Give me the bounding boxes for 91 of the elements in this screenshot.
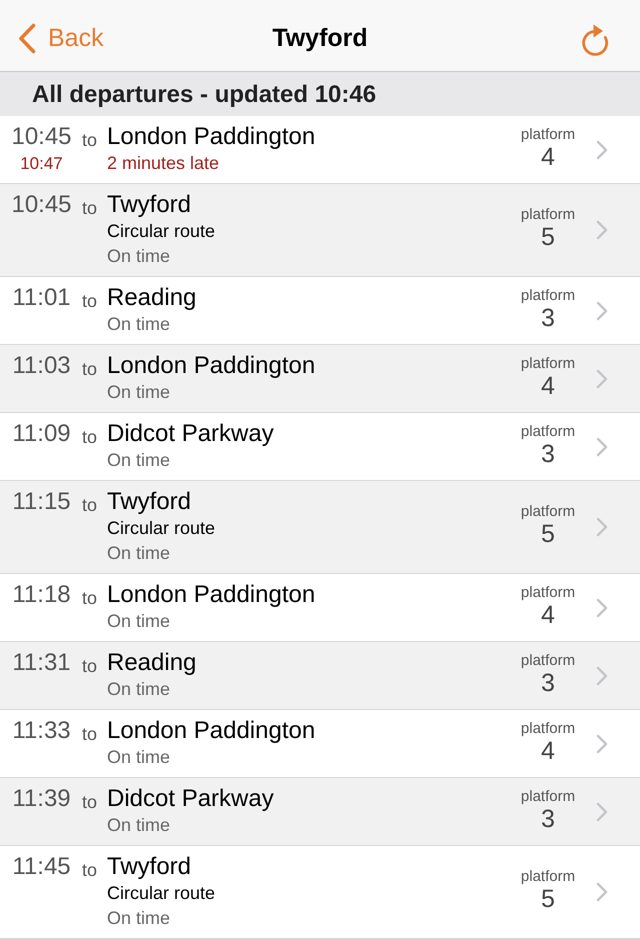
platform-label: platform	[520, 584, 576, 602]
platform-number: 5	[540, 224, 556, 250]
to-label: to	[81, 290, 98, 313]
status-text: On time	[107, 814, 172, 837]
platform-number: 4	[540, 372, 556, 398]
platform-number: 3	[540, 670, 556, 696]
refresh-icon	[580, 22, 610, 56]
departure-time: 11:45	[11, 853, 72, 881]
chevron-right-icon	[596, 734, 608, 754]
platform-label: platform	[520, 720, 576, 738]
route-note: Circular route	[107, 882, 216, 905]
to-label: to	[81, 494, 98, 517]
departure-row[interactable]: 11:15 to Twyford Circular route On time platform 5	[0, 481, 640, 574]
platform-label: platform	[520, 868, 576, 886]
chevron-right-icon	[596, 882, 608, 902]
destination: Didcot Parkway	[107, 420, 275, 448]
section-header: All departures - updated 10:46	[0, 72, 640, 116]
expected-time: 10:47	[19, 153, 64, 175]
platform-label: platform	[520, 354, 576, 372]
to-label: to	[81, 129, 98, 152]
chevron-right-icon	[596, 598, 608, 618]
status-text: On time	[107, 610, 172, 633]
chevron-right-icon	[596, 802, 608, 822]
platform-number: 5	[540, 521, 556, 547]
platform-number: 3	[540, 806, 556, 832]
status-text: On time	[107, 746, 172, 769]
platform-number: 3	[540, 440, 556, 466]
departure-time: 11:01	[11, 284, 72, 312]
platform-label: platform	[520, 422, 576, 440]
status-text: On time	[107, 381, 172, 404]
platform-label: platform	[520, 126, 576, 144]
to-label: to	[81, 197, 98, 220]
chevron-right-icon	[596, 517, 608, 537]
chevron-right-icon	[596, 436, 608, 456]
platform-label: platform	[520, 652, 576, 670]
platform-label: platform	[520, 206, 576, 224]
departure-time: 11:31	[11, 649, 72, 677]
destination: London Paddington	[107, 123, 316, 151]
destination: Twyford	[107, 191, 192, 219]
status-text: On time	[107, 907, 172, 930]
route-note: Circular route	[107, 220, 216, 243]
to-label: to	[81, 358, 98, 381]
destination: London Paddington	[107, 581, 316, 609]
destination: Reading	[107, 284, 198, 312]
platform-number: 3	[540, 304, 556, 330]
status-text: On time	[107, 245, 172, 268]
departure-time: 10:45	[10, 191, 73, 219]
status-text: 2 minutes late	[107, 152, 220, 175]
refresh-button[interactable]	[580, 22, 610, 56]
platform-label: platform	[520, 286, 576, 304]
platform-number: 4	[540, 602, 556, 628]
destination: Didcot Parkway	[107, 785, 275, 813]
destination: London Paddington	[107, 352, 316, 380]
status-text: On time	[107, 542, 172, 565]
chevron-right-icon	[596, 300, 608, 320]
route-note: Circular route	[107, 517, 216, 540]
status-text: On time	[107, 678, 172, 701]
platform-number: 5	[540, 886, 556, 912]
departure-time: 11:09	[11, 420, 72, 448]
departure-time: 11:18	[11, 581, 72, 609]
chevron-right-icon	[596, 368, 608, 388]
departure-time: 10:45	[10, 123, 73, 151]
departure-time: 11:15	[11, 488, 72, 516]
platform-number: 4	[540, 738, 556, 764]
to-label: to	[81, 426, 98, 449]
departure-row[interactable]: 11:39 to Didcot Parkway On time platform 3	[0, 778, 640, 846]
status-text: On time	[107, 449, 172, 472]
departure-time: 11:03	[11, 352, 72, 380]
departure-row[interactable]: 10:45 to Twyford Circular route On time platform 5	[0, 184, 640, 277]
to-label: to	[81, 655, 98, 678]
chevron-left-icon	[18, 23, 36, 54]
departure-time: 11:39	[11, 785, 72, 813]
to-label: to	[81, 859, 98, 882]
status-text: On time	[107, 313, 172, 336]
destination: London Paddington	[107, 717, 316, 745]
platform-number: 4	[540, 144, 556, 170]
chevron-right-icon	[596, 666, 608, 686]
chevron-right-icon	[596, 220, 608, 240]
to-label: to	[81, 723, 98, 746]
platform-label: platform	[520, 503, 576, 521]
destination: Reading	[107, 649, 198, 677]
to-label: to	[81, 587, 98, 610]
destination: Twyford	[107, 853, 192, 881]
departure-time: 11:33	[11, 717, 72, 745]
departure-row[interactable]: 11:03 to London Paddington On time platform 4	[0, 345, 640, 413]
destination: Twyford	[107, 488, 192, 516]
to-label: to	[81, 791, 98, 814]
platform-label: platform	[520, 788, 576, 806]
chevron-right-icon	[596, 140, 608, 160]
screen-title: Twyford	[272, 24, 368, 53]
departure-row[interactable]: 11:31 to Reading On time platform 3	[0, 642, 640, 710]
